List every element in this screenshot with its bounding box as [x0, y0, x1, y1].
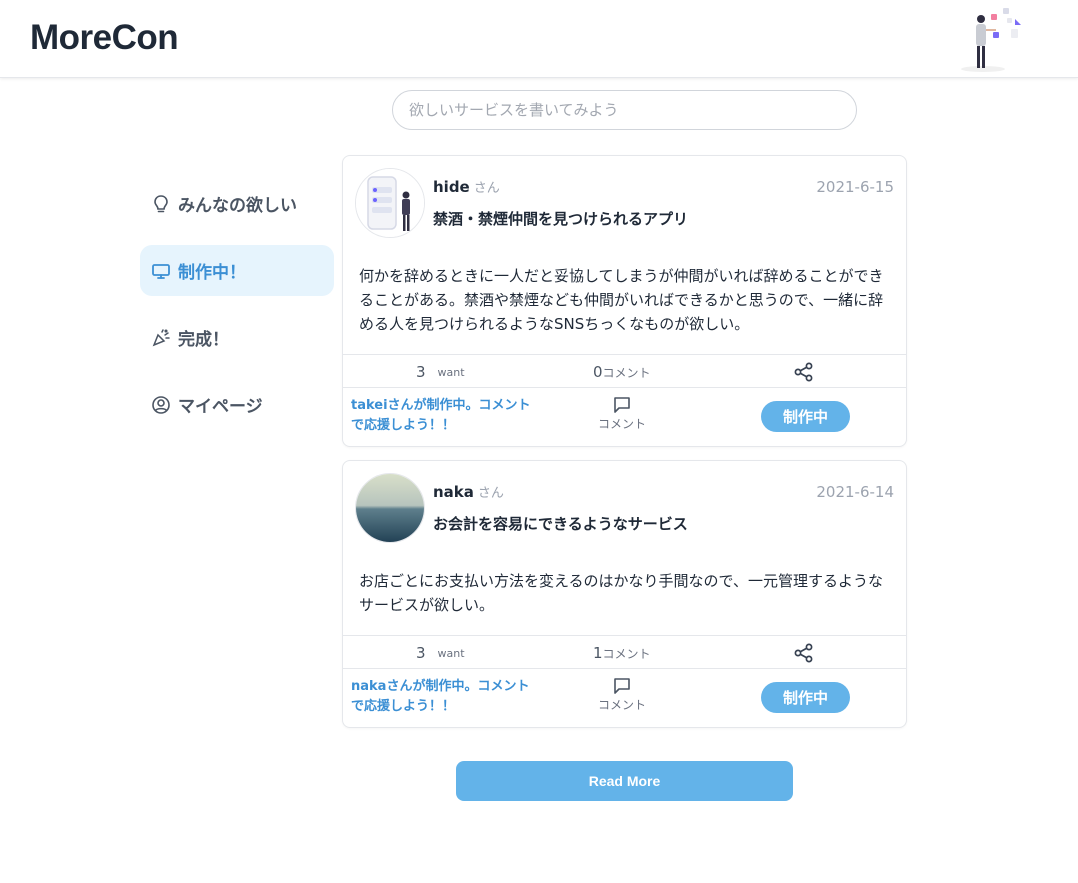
- read-more-button[interactable]: Read More: [456, 761, 793, 801]
- progress-message[interactable]: takeiさんが制作中。コメントで応援しよう！！: [351, 396, 536, 436]
- user-circle-icon: [150, 394, 172, 416]
- post-stats: 3 want 1 コメント: [343, 635, 906, 670]
- sidebar-item-label: 制作中！: [178, 263, 246, 283]
- comment-count: 0: [593, 363, 603, 381]
- avatar[interactable]: [355, 168, 425, 238]
- comment-icon: [614, 397, 630, 413]
- status-button[interactable]: 制作中: [761, 401, 850, 432]
- post-stats: 3 want 0 コメント: [343, 354, 906, 389]
- post-card[interactable]: hide さん 2021-6-15 禁酒・禁煙仲間を見つけられるアプリ 何かを辞め…: [342, 155, 907, 447]
- sidebar-item-label: 完成！: [178, 330, 229, 350]
- sidebar-item-label: マイページ: [178, 397, 263, 417]
- comment-count: 1: [593, 644, 603, 662]
- post-card[interactable]: naka さん 2021-6-14 お会計を容易にできるようなサービス お店ごとに…: [342, 460, 907, 728]
- monitor-icon: [150, 260, 172, 282]
- post-author[interactable]: hide さん: [433, 177, 500, 196]
- post-body: 何かを辞めるときに一人だと妥協してしまうが仲間がいれば辞めることができることがあ…: [359, 267, 884, 333]
- share-icon[interactable]: [793, 642, 815, 664]
- sidebar-item-label: みんなの欲しい: [178, 196, 297, 216]
- want-count: 3: [416, 363, 426, 381]
- post-title[interactable]: お会計を容易にできるようなサービス: [433, 513, 688, 534]
- search-input[interactable]: [392, 90, 857, 130]
- comment-button-label: コメント: [597, 417, 646, 431]
- app-header: MoreCon: [0, 0, 1078, 78]
- author-honorific: さん: [477, 486, 504, 501]
- post-author[interactable]: naka さん: [433, 482, 504, 501]
- want-counter[interactable]: 3 want: [416, 355, 465, 389]
- comment-button[interactable]: コメント: [593, 396, 651, 434]
- header-illustration: [961, 8, 1021, 72]
- author-name: hide: [433, 178, 470, 196]
- comment-count-label: コメント: [602, 365, 651, 380]
- sidebar-item-completed[interactable]: 完成！: [140, 312, 334, 363]
- author-name: naka: [433, 483, 474, 501]
- sidebar-item-in-progress[interactable]: 制作中！: [140, 245, 334, 296]
- post-actions: nakaさんが制作中。コメントで応援しよう！！ コメント 制作中: [343, 669, 906, 727]
- comment-count-label: コメント: [602, 646, 651, 661]
- progress-message[interactable]: nakaさんが制作中。コメントで応援しよう！！: [351, 677, 536, 717]
- party-popper-icon: [150, 327, 172, 349]
- comment-icon: [614, 678, 630, 694]
- comment-counter[interactable]: 0 コメント: [593, 355, 651, 389]
- post-body: お店ごとにお支払い方法を変えるのはかなり手間なので、一元管理するようなサービスが…: [359, 572, 883, 614]
- status-button[interactable]: 制作中: [761, 682, 850, 713]
- sidebar-item-mypage[interactable]: マイページ: [140, 379, 334, 430]
- comment-counter[interactable]: 1 コメント: [593, 636, 651, 670]
- app-logo[interactable]: MoreCon: [30, 18, 179, 58]
- want-label: want: [437, 365, 465, 379]
- post-actions: takeiさんが制作中。コメントで応援しよう！！ コメント 制作中: [343, 388, 906, 446]
- sidebar-item-everyone-wants[interactable]: みんなの欲しい: [140, 178, 334, 229]
- post-title[interactable]: 禁酒・禁煙仲間を見つけられるアプリ: [433, 208, 688, 229]
- lightbulb-icon: [150, 193, 172, 215]
- share-icon[interactable]: [793, 361, 815, 383]
- author-honorific: さん: [473, 181, 500, 196]
- want-count: 3: [416, 644, 426, 662]
- comment-button[interactable]: コメント: [593, 677, 651, 715]
- want-counter[interactable]: 3 want: [416, 636, 465, 670]
- avatar[interactable]: [355, 473, 425, 543]
- comment-button-label: コメント: [597, 698, 646, 712]
- post-date: 2021-6-15: [816, 178, 894, 196]
- post-date: 2021-6-14: [816, 483, 894, 501]
- want-label: want: [437, 646, 465, 660]
